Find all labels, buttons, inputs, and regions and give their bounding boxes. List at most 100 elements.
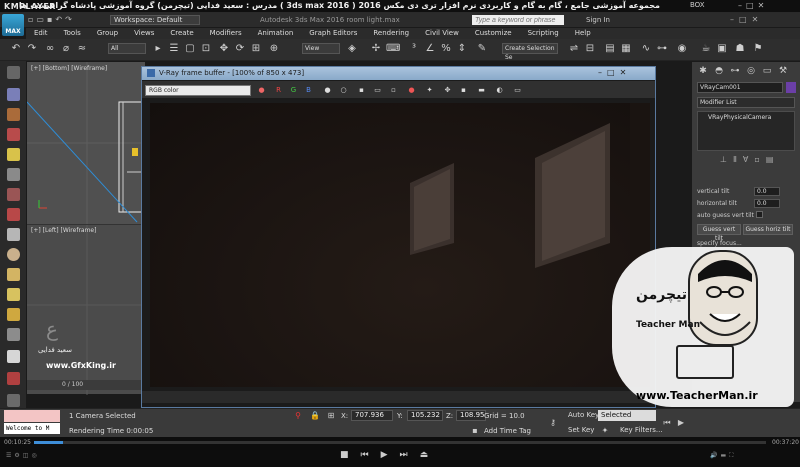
settings-icon[interactable]: ⚙ <box>14 452 22 459</box>
vfb-window-controls[interactable]: –□✕ <box>598 68 631 77</box>
stop-render-icon[interactable]: ● <box>406 85 417 96</box>
redo-icon[interactable]: ↷ <box>65 15 75 24</box>
auto-guess-checkbox[interactable] <box>756 211 763 218</box>
torus-icon[interactable] <box>7 328 20 341</box>
player-left-buttons[interactable]: ☰⚙◫◎ <box>6 452 40 459</box>
guess-horiz-tilt-button[interactable]: Guess horiz tilt <box>743 224 793 235</box>
edit-named-selection-icon[interactable]: ✎ <box>476 43 488 55</box>
make-unique-icon[interactable]: ∀ <box>743 155 754 164</box>
vr-icon[interactable]: ◎ <box>31 452 39 459</box>
configure-modifier-sets-icon[interactable]: ▤ <box>766 155 780 164</box>
link-icon[interactable]: ∞ <box>44 43 56 55</box>
player-window-controls[interactable]: –□✕ <box>738 1 768 10</box>
fullscreen-icon[interactable]: ⛶ <box>729 452 736 459</box>
menu-edit[interactable]: Edit <box>26 28 56 39</box>
reference-coordinate-dropdown[interactable]: View <box>302 43 340 54</box>
bind-warp-icon[interactable]: ≈ <box>76 43 88 55</box>
region-render-icon[interactable]: ✥ <box>442 85 453 96</box>
x-coordinate-field[interactable]: 707.936 <box>351 410 393 421</box>
utilities-tab-icon[interactable]: ⚒ <box>776 64 790 78</box>
minimize-icon[interactable]: – <box>738 1 746 10</box>
show-end-result-icon[interactable]: Ⅱ <box>733 155 743 164</box>
isolate-selection-icon[interactable]: ⚲ <box>293 411 303 421</box>
workspace-dropdown[interactable]: Workspace: Default <box>110 15 200 25</box>
light-bulb-icon[interactable] <box>7 148 20 161</box>
vertical-tilt-spinner[interactable]: 0.0 <box>754 187 780 196</box>
schematic-view-icon[interactable]: ⊶ <box>656 43 668 55</box>
maxscript-listener[interactable] <box>4 410 60 422</box>
next-icon[interactable]: ⏭ <box>400 450 420 460</box>
auto-key-button[interactable]: Auto Key <box>568 411 599 419</box>
viewport-bottom-label[interactable]: [+] [Bottom] [Wireframe] <box>31 65 107 72</box>
clear-icon[interactable]: ▫ <box>388 85 399 96</box>
placement-icon[interactable]: ⊕ <box>268 43 280 55</box>
load-icon[interactable]: ▭ <box>372 85 383 96</box>
key-set-dropdown[interactable]: Selected <box>598 410 656 421</box>
spinner-snap-icon[interactable]: ⇕ <box>456 43 468 55</box>
minimize-icon[interactable]: – <box>730 15 739 24</box>
window-crossing-icon[interactable]: ⊡ <box>200 43 212 55</box>
create-cameras-icon[interactable] <box>7 168 20 181</box>
particle-icon[interactable] <box>7 372 20 385</box>
material-editor-icon[interactable]: ◉ <box>676 43 688 55</box>
settings-icon[interactable] <box>7 394 20 407</box>
link-inspector-icon[interactable]: ▪ <box>458 85 469 96</box>
color-corrections-icon[interactable]: ▬ <box>476 85 487 96</box>
lens-effects-icon[interactable]: ▭ <box>512 85 523 96</box>
redo-icon[interactable]: ↷ <box>26 43 38 55</box>
selection-filter-dropdown[interactable]: All <box>108 43 146 54</box>
angle-snap-icon[interactable]: ∠ <box>424 43 436 55</box>
pixel-info-icon[interactable]: ◐ <box>494 85 505 96</box>
close-icon[interactable]: ✕ <box>620 68 632 77</box>
menu-create[interactable]: Create <box>162 28 201 39</box>
create-shapes-icon[interactable] <box>7 108 20 121</box>
selection-region-icon[interactable]: ▢ <box>184 43 196 55</box>
selection-lock-icon[interactable]: 🔒 <box>310 411 320 421</box>
cylinder-icon[interactable] <box>7 268 20 281</box>
stop-icon[interactable]: ■ <box>340 450 361 460</box>
previous-icon[interactable]: ⏮ <box>361 450 381 460</box>
quick-access-toolbar[interactable]: ▫▭▪↶↷ <box>28 15 75 24</box>
key-filters-button[interactable]: Key Filters... <box>620 426 663 434</box>
modifier-stack-item[interactable]: VRayPhysicalCamera <box>708 114 771 121</box>
select-scale-icon[interactable]: ⊞ <box>250 43 262 55</box>
menu-modifiers[interactable]: Modifiers <box>202 28 250 39</box>
select-by-name-icon[interactable]: ☰ <box>168 43 180 55</box>
percent-snap-icon[interactable]: % <box>440 43 452 55</box>
menu-group[interactable]: Group <box>89 28 126 39</box>
green-channel-button[interactable]: G <box>288 85 299 96</box>
close-icon[interactable]: ✕ <box>752 15 764 24</box>
maxscript-mini-listener[interactable]: Welcome to M <box>4 423 60 434</box>
y-coordinate-field[interactable]: 105.232 <box>407 410 443 421</box>
pivot-center-icon[interactable]: ◈ <box>346 43 358 55</box>
blue-channel-button[interactable]: B <box>303 85 314 96</box>
mono-mode-icon[interactable]: ○ <box>338 85 349 96</box>
maximize-icon[interactable]: □ <box>746 1 758 10</box>
sign-in-link[interactable]: Sign In <box>586 16 610 24</box>
close-icon[interactable]: ✕ <box>758 1 769 10</box>
max-app-button[interactable]: MAX <box>2 14 24 36</box>
time-tag-icon[interactable]: ▪ <box>470 426 480 436</box>
stack-buttons[interactable]: ⊥Ⅱ∀▫▤ <box>720 155 779 164</box>
viewport-left-label[interactable]: [+] [Left] [Wireframe] <box>31 227 96 234</box>
modify-tab-icon[interactable]: ◓ <box>712 64 726 78</box>
play-animation-icon[interactable]: ▶ <box>676 418 686 428</box>
create-lights-icon[interactable] <box>7 128 20 141</box>
undo-icon[interactable]: ↶ <box>10 43 22 55</box>
channel-dropdown[interactable]: RGB color <box>145 85 251 96</box>
open-file-icon[interactable]: ▭ <box>36 15 47 24</box>
object-name-field[interactable]: VRayCam001 <box>697 82 783 93</box>
mirror-icon[interactable]: ⇌ <box>568 43 580 55</box>
maximize-icon[interactable]: □ <box>739 15 752 24</box>
open-icon[interactable]: ⏏ <box>420 450 441 460</box>
key-icon[interactable]: ⚷ <box>548 418 558 428</box>
keyboard-shortcut-icon[interactable]: ⌨ <box>386 43 400 55</box>
cone-icon[interactable] <box>7 288 20 301</box>
sphere-icon[interactable] <box>7 248 20 261</box>
save-icon[interactable]: ▪ <box>356 85 367 96</box>
menu-scripting[interactable]: Scripting <box>520 28 567 39</box>
z-coordinate-field[interactable]: 108.95 <box>456 410 486 421</box>
rendered-image[interactable] <box>150 103 650 387</box>
menu-views[interactable]: Views <box>126 28 162 39</box>
remove-modifier-icon[interactable]: ▫ <box>754 155 765 164</box>
